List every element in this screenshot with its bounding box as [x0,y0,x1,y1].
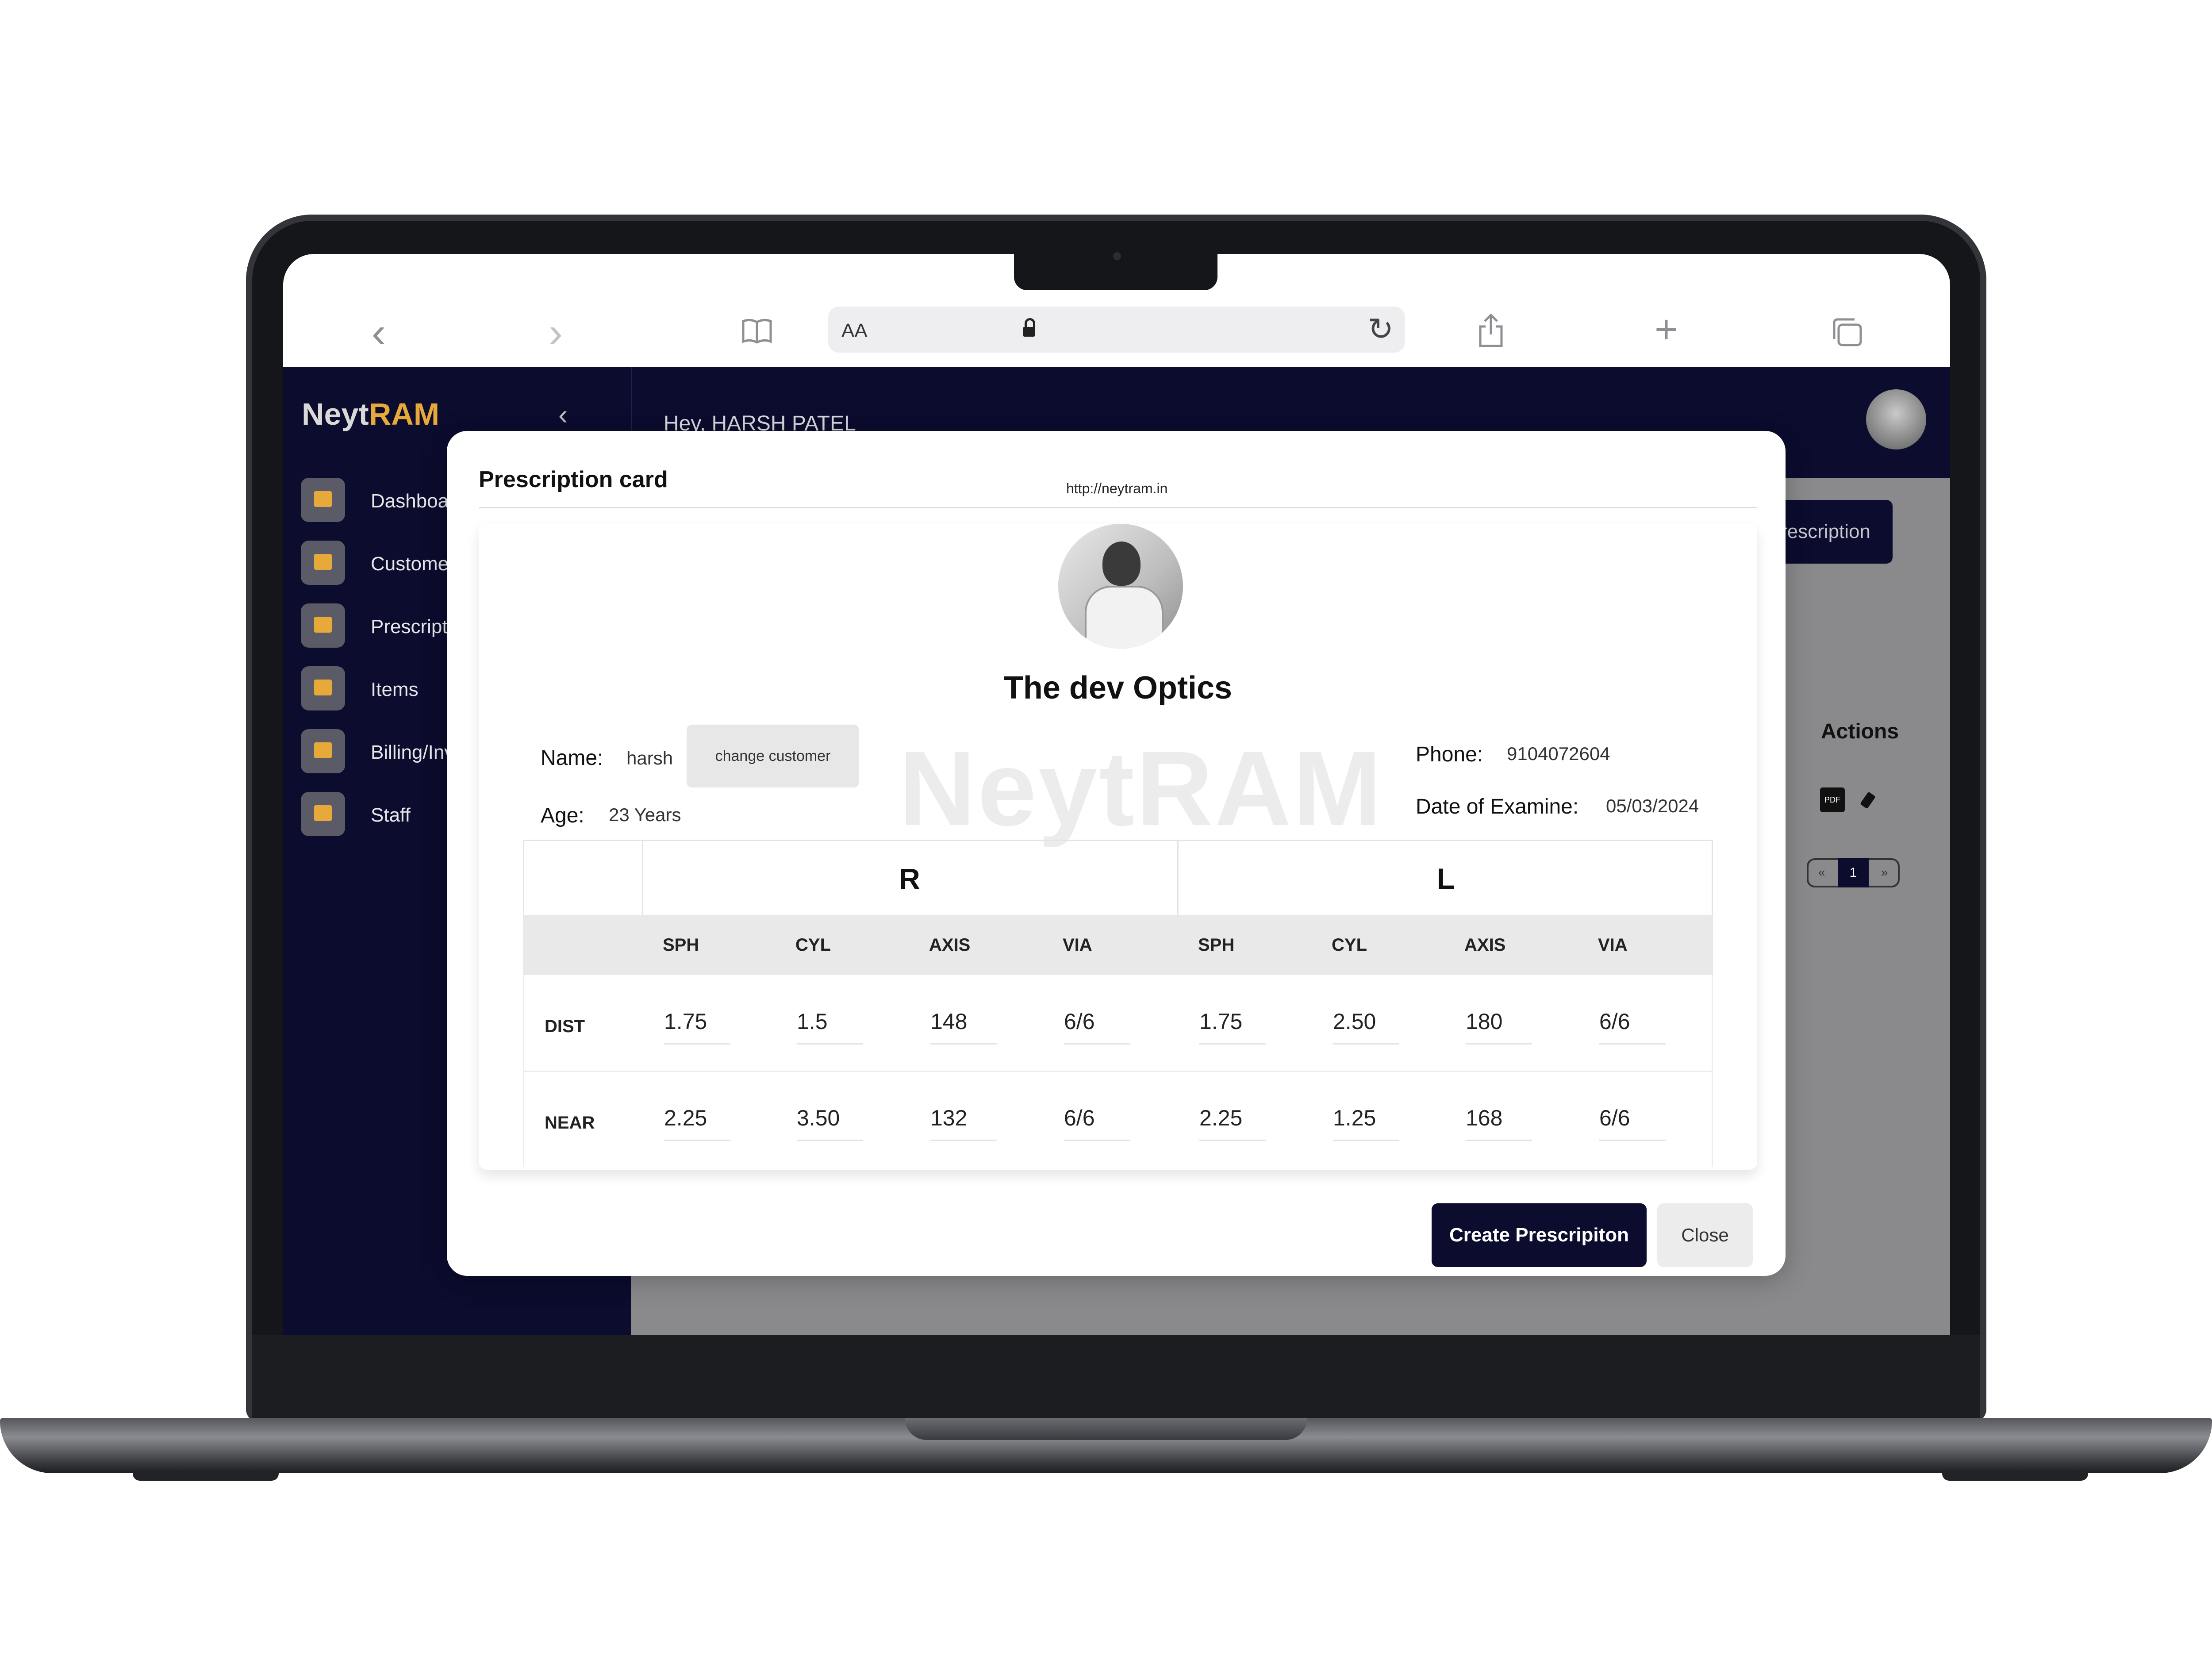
phone-value: 9104072604 [1507,743,1610,764]
logo-text-neyt: Neyt [302,397,369,431]
col-header: SPH [1198,935,1235,955]
right-eye-header: R [642,841,1179,916]
new-tab-plus-icon[interactable]: + [1655,310,1678,349]
prescription-card-modal: Prescription card http://neytram.in The … [447,431,1786,1276]
tabs-overview-icon[interactable] [1832,318,1863,347]
left-eye-header: L [1436,862,1455,895]
create-prescription-button[interactable]: Create Prescripiton [1432,1203,1647,1267]
cyl-l-input[interactable]: 2.50 [1333,1009,1399,1045]
home-icon [301,792,345,836]
axis-r-input[interactable]: 148 [930,1009,997,1045]
forward-icon[interactable]: › [549,311,563,354]
pager-current[interactable]: 1 [1838,858,1869,887]
via-l-input[interactable]: 6/6 [1599,1009,1666,1045]
age-value: 23 Years [609,804,681,825]
pager-next[interactable]: » [1881,865,1888,879]
cyl-l-input[interactable]: 1.25 [1333,1105,1399,1141]
prescription-card: The dev Optics NeytRAM Name: harsh chang… [479,524,1757,1170]
actions-column-header: Actions [1821,720,1899,743]
change-customer-button[interactable]: change customer [687,725,859,787]
via-r-input[interactable]: 6/6 [1064,1009,1130,1045]
pagination: « 1 » [1807,858,1900,887]
axis-l-input[interactable]: 180 [1466,1009,1532,1045]
name-value: harsh [626,748,673,768]
back-icon[interactable]: ‹ [372,311,386,354]
laptop-foot-left [133,1471,279,1481]
divider [479,507,1757,508]
cyl-r-input[interactable]: 3.50 [797,1105,863,1141]
via-r-input[interactable]: 6/6 [1064,1105,1130,1141]
col-header: CYL [1332,935,1367,955]
modal-title: Prescription card [479,467,668,492]
share-icon[interactable] [1478,313,1504,348]
user-avatar[interactable] [1866,389,1926,449]
pager-prev[interactable]: « [1818,865,1825,879]
age-label: Age: [541,804,584,827]
sph-r-input[interactable]: 1.75 [664,1009,730,1045]
col-header: AXIS [929,935,971,955]
column-header-row: SPH CYL AXIS VIA SPH CYL AXIS VIA [523,915,1713,975]
row-label: NEAR [545,1113,595,1133]
logo-text-ram: RAM [369,397,440,431]
col-header: VIA [1598,935,1628,955]
edit-pencil-icon[interactable] [1860,791,1876,809]
card-icon [301,666,345,710]
sph-r-input[interactable]: 2.25 [664,1105,730,1141]
date-label: Date of Examine: [1416,795,1579,818]
card-icon [301,603,345,648]
axis-r-input[interactable]: 132 [930,1105,997,1141]
via-l-input[interactable]: 6/6 [1599,1105,1666,1141]
laptop-base-notch [905,1418,1307,1440]
pdf-icon[interactable]: PDF [1820,787,1845,812]
watermark: NeytRAM [899,729,1383,848]
home-icon [301,541,345,585]
card-icon [301,729,345,773]
shop-name: The dev Optics [1003,670,1233,706]
prescription-table: R L SPH CYL AXIS VIA SPH CYL AXIS VIA DI… [523,840,1713,1170]
lock-icon [1023,318,1035,337]
close-button[interactable]: Close [1657,1203,1753,1267]
home-icon [301,478,345,522]
collapse-sidebar-chevron-icon[interactable]: ‹ [558,398,568,431]
phone-label: Phone: [1416,743,1483,766]
name-label: Name: [541,746,603,770]
brand-logo[interactable]: NeytRAM [302,396,439,432]
shop-avatar [1058,524,1183,649]
sidebar-item-label: Staff [371,804,411,826]
table-row-near: NEAR 2.25 3.50 132 6/6 2.25 1.25 168 6/6 [523,1071,1713,1167]
reload-icon[interactable]: ↻ [1367,311,1394,347]
axis-l-input[interactable]: 168 [1466,1105,1532,1141]
bookmarks-book-icon[interactable] [741,319,772,344]
row-label: DIST [545,1017,585,1036]
sph-l-input[interactable]: 2.25 [1199,1105,1266,1141]
sph-l-input[interactable]: 1.75 [1199,1009,1266,1045]
laptop-foot-right [1942,1471,2088,1481]
webcam [1113,252,1121,260]
eye-header-row: R L [523,840,1713,916]
col-header: CYL [795,935,831,955]
laptop-bezel-bottom [252,1335,1980,1419]
address-bar[interactable]: AA ↻ [828,307,1405,353]
table-row-dist: DIST 1.75 1.5 148 6/6 1.75 2.50 180 6/6 [523,975,1713,1071]
sidebar-item-label: Items [371,679,419,700]
col-header: AXIS [1464,935,1506,955]
date-value: 05/03/2024 [1606,795,1699,816]
cyl-r-input[interactable]: 1.5 [797,1009,863,1045]
shop-url[interactable]: http://neytram.in [1066,480,1167,497]
reader-aa-button[interactable]: AA [841,320,868,342]
col-header: SPH [663,935,699,955]
col-header: VIA [1063,935,1092,955]
